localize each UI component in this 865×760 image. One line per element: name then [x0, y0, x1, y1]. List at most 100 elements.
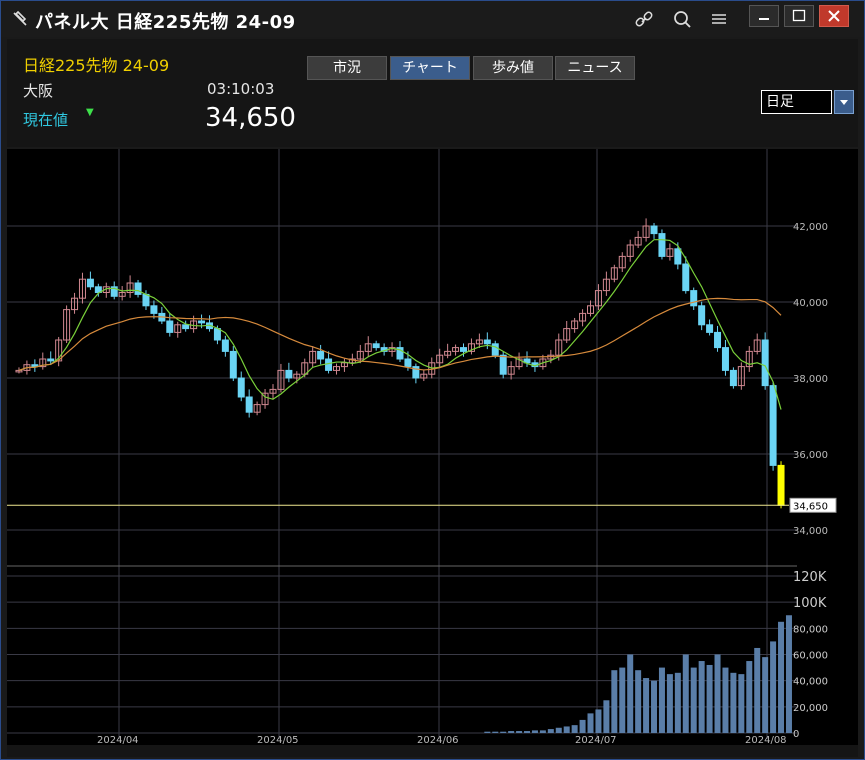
- menu-icon[interactable]: [708, 9, 730, 29]
- volume-tick-label: 120K: [793, 570, 827, 585]
- volume-bar: [778, 621, 785, 733]
- volume-bar: [698, 661, 705, 733]
- candle-body: [237, 377, 245, 398]
- volume-bar: [635, 670, 642, 733]
- candle-body: [729, 369, 737, 387]
- volume-bar: [547, 729, 554, 733]
- volume-tick-label: 20,000: [793, 703, 828, 714]
- candle-body: [761, 339, 769, 387]
- volume-tick-label: 40,000: [793, 677, 828, 688]
- candle-body: [47, 358, 55, 362]
- down-arrow-icon: ▼: [86, 107, 94, 118]
- candle-body: [650, 225, 658, 235]
- pin-icon[interactable]: [11, 10, 29, 28]
- volume-bar: [508, 731, 515, 733]
- tab-news[interactable]: ニュース: [555, 56, 635, 80]
- date-tick-label: 2024/05: [257, 735, 299, 745]
- volume-bar: [658, 667, 665, 733]
- minimize-button[interactable]: [749, 5, 779, 27]
- link-icon[interactable]: [633, 9, 655, 29]
- candle-body: [769, 385, 777, 466]
- window-title: パネル大 日経225先物 24-09: [35, 12, 296, 33]
- candle-body: [182, 324, 190, 330]
- volume-bar: [738, 674, 745, 733]
- candle-body: [698, 305, 706, 326]
- app-window: パネル大 日経225先物 24-09 日経225先物 24-09 大阪 03:1…: [0, 0, 865, 760]
- candle-body: [245, 396, 253, 413]
- candle-body: [706, 324, 714, 333]
- volume-tick-label: 100K: [793, 596, 827, 611]
- candle-body: [221, 339, 229, 352]
- candle-body: [483, 339, 491, 345]
- volume-bar: [619, 667, 626, 733]
- volume-bar: [762, 657, 769, 733]
- status-bar: [7, 745, 858, 757]
- candle-body: [491, 343, 499, 356]
- candle-body: [229, 350, 237, 379]
- candle-body: [714, 331, 722, 349]
- volume-bar: [500, 731, 507, 733]
- volume-bar: [690, 667, 697, 733]
- candle-body: [142, 293, 150, 307]
- volume-bar: [627, 654, 634, 733]
- candle-body: [658, 233, 666, 257]
- volume-tick-label: 0: [793, 729, 799, 740]
- volume-bar: [754, 647, 761, 733]
- date-tick-label: 2024/06: [417, 735, 459, 745]
- volume-tick-label: 60,000: [793, 651, 828, 662]
- price-tick-label: 42,000: [793, 222, 828, 233]
- chevron-down-icon[interactable]: [834, 90, 854, 114]
- title-bar[interactable]: パネル大 日経225先物 24-09: [1, 1, 864, 37]
- candle-body: [150, 305, 158, 314]
- volume-bar: [770, 641, 777, 733]
- candle-body: [682, 263, 690, 292]
- search-icon[interactable]: [671, 9, 693, 29]
- candle-body: [317, 350, 325, 360]
- volume-bar: [492, 731, 499, 733]
- current-price-label: 現在値: [23, 111, 69, 129]
- candle-body: [86, 278, 94, 288]
- close-button[interactable]: [819, 5, 849, 27]
- volume-bar: [563, 726, 570, 733]
- volume-bar: [611, 670, 618, 733]
- candle-body: [690, 290, 698, 307]
- candle-body: [285, 369, 293, 379]
- volume-bar: [587, 713, 594, 733]
- price-tick-label: 34,000: [793, 526, 828, 537]
- period-select[interactable]: 日足: [761, 90, 832, 114]
- maximize-button[interactable]: [784, 5, 814, 27]
- current-price-tag-text: 34,650: [793, 501, 828, 512]
- volume-bar: [531, 730, 538, 733]
- date-tick-label: 2024/07: [575, 735, 617, 745]
- date-tick-label: 2024/04: [97, 735, 139, 745]
- candle-body: [674, 248, 682, 265]
- volume-bar: [539, 730, 546, 733]
- tab-market[interactable]: 市況: [307, 56, 387, 80]
- tab-chart[interactable]: チャート: [390, 56, 470, 80]
- candle-body: [372, 343, 380, 349]
- price-tick-label: 40,000: [793, 298, 828, 309]
- volume-bar: [595, 709, 602, 733]
- volume-bar: [730, 672, 737, 733]
- volume-tick-label: 80,000: [793, 624, 828, 635]
- volume-bar: [603, 700, 610, 733]
- volume-bar: [714, 654, 721, 733]
- volume-bar: [571, 725, 578, 733]
- candle-body: [777, 464, 785, 506]
- candle-body: [499, 354, 507, 375]
- volume-bar: [524, 731, 531, 733]
- volume-bar: [579, 719, 586, 733]
- instrument-name: 日経225先物 24-09: [23, 56, 170, 75]
- price-tick-label: 38,000: [793, 374, 828, 385]
- candle-body: [460, 347, 468, 352]
- volume-bar: [746, 661, 753, 733]
- candle-body: [404, 358, 412, 368]
- candle-body: [198, 320, 206, 324]
- tab-tick-data[interactable]: 歩み値: [473, 56, 553, 80]
- volume-bar: [722, 667, 729, 733]
- volume-bar: [785, 615, 792, 733]
- volume-bar: [555, 727, 562, 733]
- quote-time: 03:10:03: [207, 80, 275, 98]
- candle-body: [721, 347, 729, 371]
- candlestick-chart[interactable]: 42,000 40,000 38,000 36,000 34,000 34,650 120K…: [7, 149, 858, 745]
